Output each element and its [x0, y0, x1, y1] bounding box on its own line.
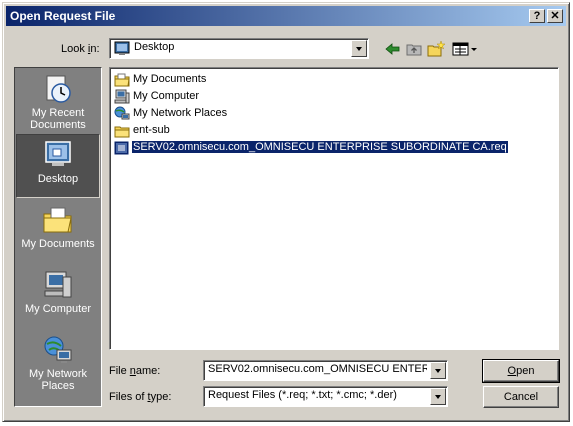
- up-folder-icon[interactable]: [404, 40, 424, 58]
- files-of-type-combo[interactable]: Request Files (*.req; *.txt; *.cmc; *.de…: [203, 386, 448, 407]
- place-label: Desktop: [37, 173, 79, 185]
- file-name-label: File name:: [109, 365, 161, 377]
- look-in-value: Desktop: [134, 41, 175, 53]
- new-folder-icon[interactable]: [426, 40, 446, 58]
- computer-icon: [114, 89, 130, 105]
- open-button[interactable]: Open: [482, 359, 560, 383]
- places-bar: My Recent Documents Desktop My Documents…: [14, 67, 102, 407]
- open-request-file-dialog: Open Request File ? ✕ Look in: Desktop M…: [2, 2, 570, 422]
- files-of-type-dropdown-button[interactable]: [430, 388, 446, 405]
- file-name: SERV02.omnisecu.com_OMNISECU ENTERPRISE …: [131, 140, 509, 154]
- place-my-computer[interactable]: My Computer: [16, 265, 100, 329]
- close-button[interactable]: ✕: [547, 9, 563, 23]
- file-name-dropdown-button[interactable]: [430, 362, 446, 379]
- look-in-combo[interactable]: Desktop: [109, 38, 369, 59]
- help-button[interactable]: ?: [529, 9, 545, 23]
- place-my-recent-documents[interactable]: My Recent Documents: [16, 69, 100, 133]
- file-name-input[interactable]: SERV02.omnisecu.com_OMNISECU ENTERP: [208, 363, 427, 375]
- look-in-label: Look in:: [61, 43, 100, 55]
- files-of-type-label: Files of type:: [109, 391, 172, 403]
- folder-docs-icon: [114, 72, 130, 88]
- file-name-combo[interactable]: SERV02.omnisecu.com_OMNISECU ENTERP: [203, 360, 448, 381]
- desktop-icon: [114, 41, 130, 56]
- look-in-dropdown-button[interactable]: [351, 40, 367, 57]
- file-name: My Documents: [133, 73, 207, 85]
- place-my-documents[interactable]: My Documents: [16, 200, 100, 264]
- files-of-type-value: Request Files (*.req; *.txt; *.cmc; *.de…: [208, 389, 397, 401]
- cancel-button[interactable]: Cancel: [483, 386, 559, 408]
- file-name: My Network Places: [133, 107, 228, 119]
- recent-documents-icon: [41, 73, 75, 105]
- place-my-network-places[interactable]: My Network Places: [16, 330, 100, 394]
- my-computer-icon: [41, 269, 75, 301]
- place-label: My Network Places: [28, 368, 88, 392]
- folder-icon: [114, 123, 130, 139]
- place-label: My Computer: [24, 303, 92, 315]
- window-title: Open Request File: [10, 9, 116, 23]
- file-list[interactable]: My Documents My Computer My Network Plac…: [109, 67, 559, 350]
- file-name: ent-sub: [133, 124, 170, 136]
- place-desktop[interactable]: Desktop: [16, 134, 100, 198]
- network-places-icon: [41, 334, 75, 366]
- place-label: My Recent Documents: [30, 107, 86, 131]
- desktop-icon: [41, 139, 75, 171]
- place-label: My Documents: [21, 238, 95, 250]
- my-documents-icon: [41, 204, 75, 236]
- network-icon: [114, 106, 130, 122]
- req-file-icon: [114, 140, 130, 156]
- file-name: My Computer: [133, 90, 200, 102]
- title-bar[interactable]: Open Request File ? ✕: [6, 6, 566, 26]
- view-menu-icon[interactable]: [451, 40, 479, 58]
- back-arrow-icon[interactable]: [383, 40, 403, 58]
